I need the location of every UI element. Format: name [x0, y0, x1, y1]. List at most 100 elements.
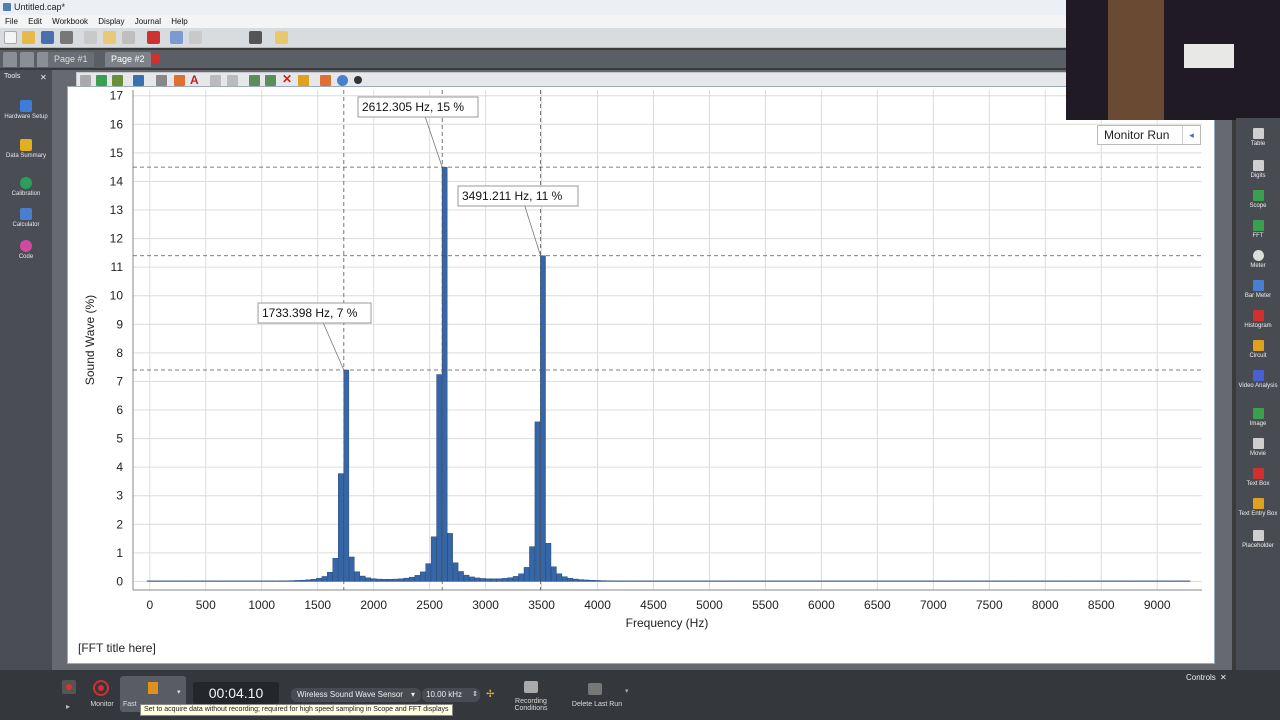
spectrum-bar: [261, 580, 268, 582]
delete-last-run-button[interactable]: Delete Last Run: [566, 701, 628, 708]
display-meter[interactable]: Meter: [1236, 250, 1280, 270]
spectrum-bar: [534, 421, 541, 582]
spectrum-bar: [654, 580, 661, 582]
display-image[interactable]: Image: [1236, 408, 1280, 428]
table-icon: [1252, 128, 1264, 139]
x-tick-label: 1500: [304, 598, 331, 612]
spectrum-bar: [196, 580, 202, 582]
y-tick-label: 13: [110, 203, 124, 217]
spectrum-bar: [365, 577, 371, 582]
spectrum-bar: [758, 580, 765, 582]
y-tick-label: 8: [116, 346, 123, 360]
delete-run-icon[interactable]: [588, 683, 602, 695]
webcam-overlay: [1066, 0, 1280, 120]
close-controls-icon[interactable]: ✕: [1220, 673, 1227, 682]
y-tick-label: 17: [110, 89, 124, 103]
display-bar-meter[interactable]: Bar Meter: [1236, 280, 1280, 300]
spectrum-bar: [796, 580, 803, 582]
spectrum-bar: [911, 580, 918, 582]
display-text-box[interactable]: Text Box: [1236, 468, 1280, 488]
spectrum-bar: [714, 580, 721, 582]
x-tick-label: 6000: [808, 598, 835, 612]
spectrum-bar: [971, 580, 978, 582]
spectrum-bar: [512, 576, 519, 582]
display-histogram[interactable]: Histogram: [1236, 310, 1280, 330]
spectrum-bar: [665, 580, 672, 582]
circuit-icon: [1252, 340, 1264, 351]
display-scope[interactable]: Scope: [1236, 190, 1280, 210]
y-tick-label: 11: [111, 260, 124, 274]
spectrum-bar: [643, 580, 650, 582]
spectrum-bar: [693, 580, 699, 582]
display-table[interactable]: Table: [1236, 128, 1280, 148]
spectrum-bar: [1141, 580, 1147, 582]
spectrum-bar: [633, 580, 639, 582]
spectrum-bar: [507, 577, 513, 582]
spectrum-bar: [900, 580, 907, 582]
text-box-icon: [1252, 468, 1264, 479]
display-movie[interactable]: Movie: [1236, 438, 1280, 458]
spectrum-bar: [545, 543, 552, 582]
y-tick-label: 4: [116, 460, 123, 474]
recording-conditions-icon[interactable]: [524, 681, 538, 693]
fft-title[interactable]: [FFT title here]: [78, 641, 156, 655]
spectrum-bar: [775, 580, 781, 582]
spectrum-bar: [1064, 580, 1071, 582]
x-tick-label: 0: [146, 598, 153, 612]
elapsed-time-display: 00:04.10: [193, 682, 279, 704]
sensor-select[interactable]: Wireless Sound Wave Sensor ▾: [291, 688, 421, 702]
fast-label: Fast: [123, 701, 137, 708]
spectrum-bar: [988, 580, 994, 582]
run-dropdown-icon[interactable]: ◂: [1182, 126, 1200, 144]
display-video-analysis[interactable]: Video Analysis: [1236, 370, 1280, 390]
spectrum-bar: [720, 580, 726, 582]
spectrum-bar: [518, 573, 524, 582]
delete-run-dropdown-icon[interactable]: ▾: [625, 687, 629, 695]
spectrum-bar: [540, 255, 546, 582]
spectrum-bar: [1119, 580, 1125, 582]
x-tick-label: 2500: [416, 598, 443, 612]
display-text-entry-box[interactable]: Text Entry Box: [1236, 498, 1280, 518]
spectrum-bar: [163, 580, 169, 582]
sample-rate-select[interactable]: 10.00 kHz ⇕: [422, 688, 480, 702]
spectrum-bar: [813, 580, 819, 582]
spectrum-bar: [425, 563, 432, 582]
spectrum-bar: [217, 580, 224, 582]
fast-dropdown-icon[interactable]: ▾: [177, 688, 181, 696]
spectrum-bar: [1009, 580, 1016, 582]
spectrum-bar: [1097, 580, 1103, 582]
video-image: [1108, 0, 1164, 120]
display-digits[interactable]: Digits: [1236, 160, 1280, 180]
spectrum-bar: [234, 580, 240, 582]
spectrum-bar: [376, 578, 382, 582]
monitor-label: Monitor: [90, 701, 114, 708]
spectrum-bar: [622, 580, 628, 582]
display-circuit[interactable]: Circuit: [1236, 340, 1280, 360]
spectrum-bar: [982, 580, 989, 582]
x-tick-label: 5000: [696, 598, 723, 612]
spectrum-bar: [239, 580, 246, 582]
spectrum-bar: [1037, 580, 1043, 582]
display-placeholder[interactable]: Placeholder: [1236, 530, 1280, 550]
spectrum-bar: [835, 580, 841, 582]
sampling-options-icon[interactable]: ✢: [486, 689, 494, 700]
recording-conditions-button[interactable]: Recording Conditions: [508, 698, 554, 712]
display-fft[interactable]: FFT: [1236, 220, 1280, 240]
spectrum-bar: [436, 374, 442, 582]
spectrum-bar: [272, 580, 279, 582]
spectrum-bar: [370, 578, 377, 582]
expand-icon[interactable]: ▸: [66, 702, 70, 711]
record-mode-button[interactable]: [62, 680, 76, 694]
x-axis-label: Frequency (Hz): [626, 616, 709, 630]
spectrum-bar: [168, 580, 175, 582]
spectrum-bar: [583, 579, 590, 582]
spectrum-bar: [1015, 580, 1021, 582]
spectrum-bar: [174, 580, 180, 582]
monitor-button[interactable]: [93, 680, 109, 696]
spectrum-bar: [862, 580, 869, 582]
spectrum-bar: [398, 578, 404, 582]
spectrum-bar: [1162, 580, 1169, 582]
scope-icon: [1252, 190, 1264, 201]
rate-stepper-icon[interactable]: ⇕: [472, 688, 478, 702]
monitor-run-selector[interactable]: Monitor Run ◂: [1097, 125, 1201, 145]
